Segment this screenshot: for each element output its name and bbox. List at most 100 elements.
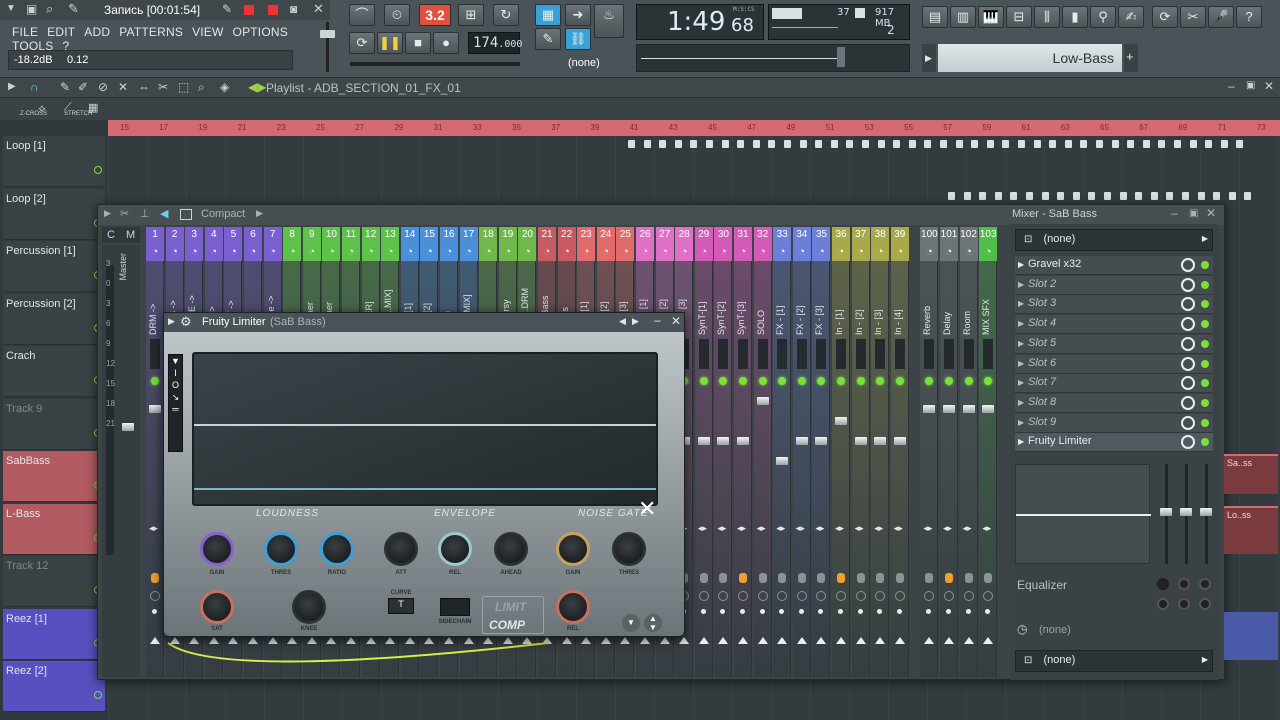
eq-knob-3[interactable] [1199, 578, 1211, 590]
strip-send-arrow-icon[interactable] [698, 637, 709, 644]
pattern-block[interactable] [986, 140, 994, 148]
mixer-strip[interactable]: 36 ◔ In - [1] ◂▸ [832, 227, 850, 677]
mic-icon[interactable]: 🎤 [1208, 6, 1234, 28]
strip-enable-led[interactable] [758, 377, 767, 385]
strip-fx-ring[interactable] [836, 591, 846, 601]
strip-enable-led[interactable] [895, 377, 904, 385]
strip-record-icon[interactable] [739, 573, 747, 583]
pause-button[interactable]: ❚❚ [377, 32, 403, 54]
strip-enable-led[interactable] [151, 377, 159, 385]
snap-grid-button[interactable]: ▦ [535, 4, 561, 26]
track-led-icon[interactable] [94, 691, 102, 699]
pattern-block[interactable] [1205, 140, 1213, 148]
strip-fx-ring[interactable] [777, 591, 788, 601]
strip-send-arrow-icon[interactable] [855, 637, 866, 644]
eq-graph[interactable] [1015, 464, 1151, 564]
slot-mix-knob[interactable] [1181, 435, 1195, 450]
track-led-icon[interactable] [94, 166, 102, 174]
pattern-block[interactable] [971, 140, 979, 148]
strip-enable-led[interactable] [739, 377, 747, 385]
strip-enable-led[interactable] [817, 377, 826, 385]
gate-rel-knob[interactable] [556, 590, 590, 624]
pattern-block[interactable] [893, 140, 901, 148]
track-header[interactable]: Percussion [1] [3, 241, 105, 292]
dropdown-arrow-icon[interactable]: ▼ [6, 3, 16, 14]
strip-pan-icon[interactable]: ◂▸ [923, 523, 932, 534]
slot-mix-knob[interactable] [1181, 395, 1195, 410]
strip-fader[interactable] [893, 437, 906, 445]
pencil-icon[interactable]: ✎ [222, 2, 232, 16]
eq-fader-2[interactable] [1180, 464, 1194, 564]
slot-mix-knob[interactable] [1181, 297, 1195, 312]
mixer-strip[interactable]: 100 ◔ Reverb ◂▸ [920, 227, 939, 677]
clip-reez[interactable] [1224, 612, 1278, 660]
strip-record-icon[interactable] [758, 573, 767, 583]
strip-send-arrow-icon[interactable] [581, 637, 592, 644]
typing-keyboard-button[interactable]: ✎ [535, 28, 561, 50]
strip-record-icon[interactable] [151, 573, 159, 583]
pattern-block[interactable] [1244, 192, 1252, 200]
thres-knob[interactable] [264, 532, 298, 566]
pattern-block[interactable] [1026, 192, 1033, 200]
prev-preset-icon[interactable]: ◀ [619, 316, 626, 327]
close-icon[interactable]: ✕ [1264, 79, 1274, 93]
eq-knob-6[interactable] [1199, 598, 1211, 610]
track-header[interactable]: Loop [2] [3, 188, 105, 240]
pattern-block[interactable] [846, 140, 854, 148]
strip-dot[interactable] [818, 609, 824, 614]
track-header[interactable]: Crach [3, 346, 105, 397]
track-header[interactable]: Reez [2] [3, 661, 105, 712]
fx-slot[interactable]: ▶ Slot 8 [1015, 393, 1213, 413]
loop-record-button[interactable]: ↻ [493, 4, 519, 26]
strip-fx-ring[interactable] [944, 591, 954, 601]
slot-enable-led[interactable] [1201, 398, 1209, 407]
rel-knob[interactable] [438, 532, 472, 566]
strip-enable-led[interactable] [837, 377, 845, 385]
menu-edit[interactable]: EDIT [47, 25, 75, 39]
slip-tool-icon[interactable]: ⇔ [138, 80, 150, 94]
pattern-block[interactable] [799, 140, 807, 148]
strip-enable-led[interactable] [778, 377, 787, 385]
pattern-block[interactable] [1150, 192, 1158, 200]
record-icon[interactable] [244, 5, 254, 15]
menu-view[interactable]: VIEW [192, 25, 223, 39]
fx-slot[interactable]: ▶ Gravel x32 [1015, 256, 1213, 275]
strip-enable-led[interactable] [719, 377, 728, 385]
mixer-strip[interactable]: 31 ◔ SynT-[3] ◂▸ [734, 227, 752, 677]
fx-slot[interactable]: ▶ Slot 7 [1015, 374, 1213, 394]
strip-send-arrow-icon[interactable] [796, 637, 807, 644]
strip-send-arrow-icon[interactable] [600, 637, 611, 644]
strip-enable-led[interactable] [797, 377, 806, 385]
track-header[interactable]: Track 9 [3, 398, 105, 450]
mode-limit[interactable]: LIMIT [495, 600, 526, 614]
pattern-block[interactable] [674, 140, 682, 148]
clip-lbass[interactable]: Lo..ss [1224, 506, 1278, 554]
strip-pan-icon[interactable]: ◂▸ [776, 523, 785, 534]
minimize-icon[interactable]: – [1171, 206, 1178, 220]
strip-fader[interactable] [737, 437, 749, 445]
gear-icon[interactable]: ⚙ [180, 314, 192, 330]
strip-dot[interactable] [759, 609, 765, 614]
tempo-display[interactable]: 174.000 [468, 32, 522, 54]
plugin-menu-icon[interactable]: ▶ [168, 316, 175, 327]
strip-send-arrow-icon[interactable] [836, 637, 846, 644]
pattern-block[interactable] [784, 140, 791, 148]
strip-pan-icon[interactable]: ◂▸ [963, 523, 972, 534]
cpu-monitor[interactable]: 37 917 MB 2 [768, 4, 910, 40]
hint-arrow-button[interactable]: ▶ [922, 44, 936, 72]
strip-enable-led[interactable] [856, 377, 865, 385]
strip-fader[interactable] [874, 437, 887, 445]
menu-file[interactable]: FILE [12, 25, 38, 39]
pattern-block[interactable] [1174, 140, 1181, 148]
browser-button[interactable]: ▮ [1062, 6, 1088, 28]
strip-dot[interactable] [857, 609, 863, 614]
pattern-block[interactable] [1096, 140, 1103, 148]
strip-enable-led[interactable] [699, 377, 708, 385]
minimize-icon[interactable]: – [654, 313, 661, 327]
maximize-icon[interactable]: ▣ [1189, 208, 1198, 219]
fx-slot[interactable]: ▶ Fruity Limiter [1015, 433, 1213, 453]
mixer-menu-icon[interactable]: ▶ [104, 208, 111, 219]
updown-icon[interactable]: ▲ ▼ [644, 614, 662, 632]
playlist-menu-icon[interactable]: ▶ [8, 81, 16, 92]
strip-send-arrow-icon[interactable] [816, 637, 827, 644]
